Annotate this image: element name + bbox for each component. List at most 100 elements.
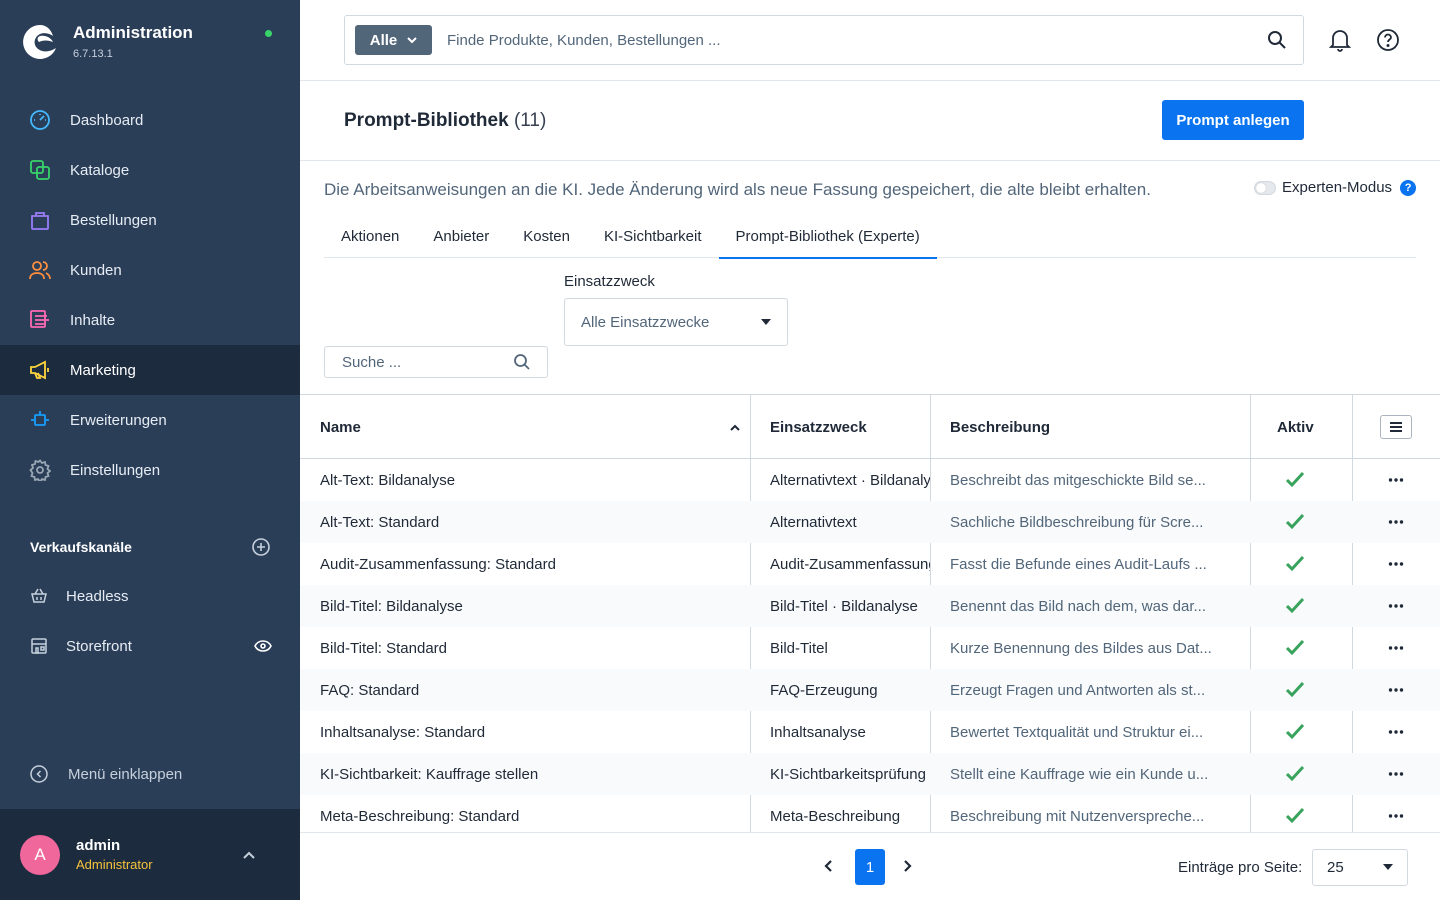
- page-description: Die Arbeitsanweisungen an die KI. Jede Ä…: [324, 180, 1151, 199]
- table-row[interactable]: Bild-Titel: Bildanalyse Bild-Titel · Bild…: [300, 585, 1440, 627]
- per-page-value: 25: [1327, 859, 1344, 876]
- nav-label: Kataloge: [70, 161, 130, 179]
- cell-name[interactable]: Audit-Zusammenfassung: Standard: [320, 543, 740, 585]
- nav-item-kunden[interactable]: Kunden: [0, 245, 300, 295]
- user-role: Administrator: [76, 857, 153, 872]
- cell-name[interactable]: Meta-Beschreibung: Standard: [320, 795, 740, 832]
- column-header-description[interactable]: Beschreibung: [950, 395, 1050, 459]
- list-search-placeholder: Suche ...: [342, 353, 402, 371]
- cell-purpose: Audit-Zusammenfassung: [770, 555, 930, 573]
- tab-anbieter[interactable]: Anbieter: [416, 220, 506, 258]
- column-header-purpose[interactable]: Einsatzzweck: [770, 395, 867, 459]
- column-header-label: Name: [320, 418, 361, 436]
- more-actions-icon[interactable]: [1388, 513, 1404, 531]
- purpose-select-value: Alle Einsatzzwecke: [581, 313, 710, 331]
- more-actions-icon[interactable]: [1388, 597, 1404, 615]
- eye-icon[interactable]: [254, 639, 272, 653]
- search-scope-button[interactable]: Alle: [355, 25, 432, 55]
- table-row[interactable]: Audit-Zusammenfassung: Standard Audit-Zus…: [300, 543, 1440, 585]
- checkmark-icon: [1285, 681, 1305, 698]
- add-channel-icon[interactable]: [252, 538, 270, 556]
- nav-label: Inhalte: [70, 311, 116, 329]
- page-header: Prompt-Bibliothek (11) Prompt anlegen: [300, 81, 1440, 161]
- more-actions-icon[interactable]: [1388, 471, 1404, 489]
- chevron-left-circle-icon: [30, 765, 48, 783]
- more-actions-icon[interactable]: [1388, 681, 1404, 699]
- table-header: Name Einsatzzweck Beschreibung Aktiv: [300, 395, 1440, 459]
- basket-icon: [30, 584, 48, 608]
- global-search-input[interactable]: [447, 31, 1227, 49]
- brand[interactable]: Administration 6.7.13.1: [20, 22, 193, 62]
- table-row[interactable]: Meta-Beschreibung: Standard Meta-Beschrei…: [300, 795, 1440, 832]
- customers-icon: [28, 258, 52, 282]
- cell-description: Erzeugt Fragen und Antworten als st...: [950, 681, 1206, 699]
- search-icon[interactable]: [1267, 30, 1287, 50]
- cell-purpose: Alternativtext · Bildanalyse: [770, 471, 930, 489]
- collapse-menu-button[interactable]: Menü einklappen: [30, 765, 182, 783]
- cell-name[interactable]: Bild-Titel: Bildanalyse: [320, 585, 740, 627]
- more-actions-icon[interactable]: [1388, 555, 1404, 573]
- page-title-text: Prompt-Bibliothek: [344, 110, 509, 131]
- table-row[interactable]: FAQ: Standard FAQ-Erzeugung Erzeugt Fragen…: [300, 669, 1440, 711]
- tab-kosten[interactable]: Kosten: [506, 220, 587, 258]
- user-name: admin: [76, 837, 121, 854]
- per-page-label: Einträge pro Seite:: [1178, 859, 1303, 876]
- more-actions-icon[interactable]: [1388, 765, 1404, 783]
- top-header: Alle: [300, 0, 1440, 81]
- nav-item-marketing[interactable]: Marketing: [0, 345, 300, 395]
- nav-item-erweiterungen[interactable]: Erweiterungen: [0, 395, 300, 445]
- expert-mode-toggle[interactable]: [1254, 180, 1276, 195]
- online-status-dot: [265, 30, 272, 37]
- table-row[interactable]: KI-Sichtbarkeit: Kauffrage stellen KI-Sic…: [300, 753, 1440, 795]
- page-button-current[interactable]: 1: [855, 849, 885, 885]
- tab-prompt-bibliothek[interactable]: Prompt-Bibliothek (Experte): [718, 220, 937, 259]
- chevron-left-icon[interactable]: [824, 859, 834, 873]
- cell-name[interactable]: Alt-Text: Bildanalyse: [320, 459, 740, 501]
- more-actions-icon[interactable]: [1388, 639, 1404, 657]
- cell-name[interactable]: KI-Sichtbarkeit: Kauffrage stellen: [320, 753, 740, 795]
- nav-item-bestellungen[interactable]: Bestellungen: [0, 195, 300, 245]
- chevron-right-icon[interactable]: [902, 859, 912, 873]
- nav-item-dashboard[interactable]: Dashboard: [0, 95, 300, 145]
- cell-name[interactable]: Alt-Text: Standard: [320, 501, 740, 543]
- table-row[interactable]: Alt-Text: Bildanalyse Alternativtext · Bi…: [300, 459, 1440, 501]
- column-header-name[interactable]: Name: [320, 395, 740, 459]
- cell-name[interactable]: Inhaltsanalyse: Standard: [320, 711, 740, 753]
- channel-storefront[interactable]: Storefront: [30, 634, 272, 658]
- purpose-select[interactable]: Alle Einsatzzwecke: [564, 298, 788, 346]
- sidebar: Administration 6.7.13.1 Dashboard Katalo…: [0, 0, 300, 900]
- cell-name[interactable]: FAQ: Standard: [320, 669, 740, 711]
- user-menu[interactable]: A admin Administrator: [0, 809, 300, 900]
- tab-aktionen[interactable]: Aktionen: [324, 220, 416, 258]
- nav-label: Dashboard: [70, 111, 144, 129]
- shopware-logo-icon: [23, 25, 56, 59]
- nav-item-kataloge[interactable]: Kataloge: [0, 145, 300, 195]
- nav-item-einstellungen[interactable]: Einstellungen: [0, 445, 300, 495]
- per-page-select[interactable]: 25: [1312, 849, 1408, 886]
- tab-ki-sichtbarkeit[interactable]: KI-Sichtbarkeit: [587, 220, 719, 258]
- filter-label: Einsatzzweck: [564, 273, 655, 290]
- cell-description: Beschreibt das mitgeschickte Bild se...: [950, 471, 1206, 489]
- app-version: 6.7.13.1: [73, 48, 113, 60]
- more-actions-icon[interactable]: [1388, 723, 1404, 741]
- cell-purpose: FAQ-Erzeugung: [770, 681, 878, 699]
- channel-label: Storefront: [66, 637, 132, 655]
- column-header-active[interactable]: Aktiv: [1277, 395, 1314, 459]
- table-row[interactable]: Bild-Titel: Standard Bild-Titel Kurze Bene…: [300, 627, 1440, 669]
- catalog-icon: [28, 158, 52, 182]
- bell-icon[interactable]: [1328, 28, 1352, 52]
- channel-label: Headless: [66, 587, 129, 605]
- channel-headless[interactable]: Headless: [30, 584, 272, 608]
- help-icon[interactable]: [1376, 28, 1400, 52]
- create-prompt-button[interactable]: Prompt anlegen: [1162, 100, 1304, 140]
- table-row[interactable]: Inhaltsanalyse: Standard Inhaltsanalyse Be…: [300, 711, 1440, 753]
- table-row[interactable]: Alt-Text: Standard Alternativtext Sachlich…: [300, 501, 1440, 543]
- nav-item-inhalte[interactable]: Inhalte: [0, 295, 300, 345]
- search-icon[interactable]: [513, 353, 531, 371]
- list-search-field[interactable]: Suche ...: [324, 346, 548, 378]
- help-info-icon[interactable]: ?: [1400, 179, 1417, 196]
- more-actions-icon[interactable]: [1388, 807, 1404, 825]
- column-settings-button[interactable]: [1380, 415, 1412, 439]
- storefront-icon: [30, 634, 48, 658]
- cell-name[interactable]: Bild-Titel: Standard: [320, 627, 740, 669]
